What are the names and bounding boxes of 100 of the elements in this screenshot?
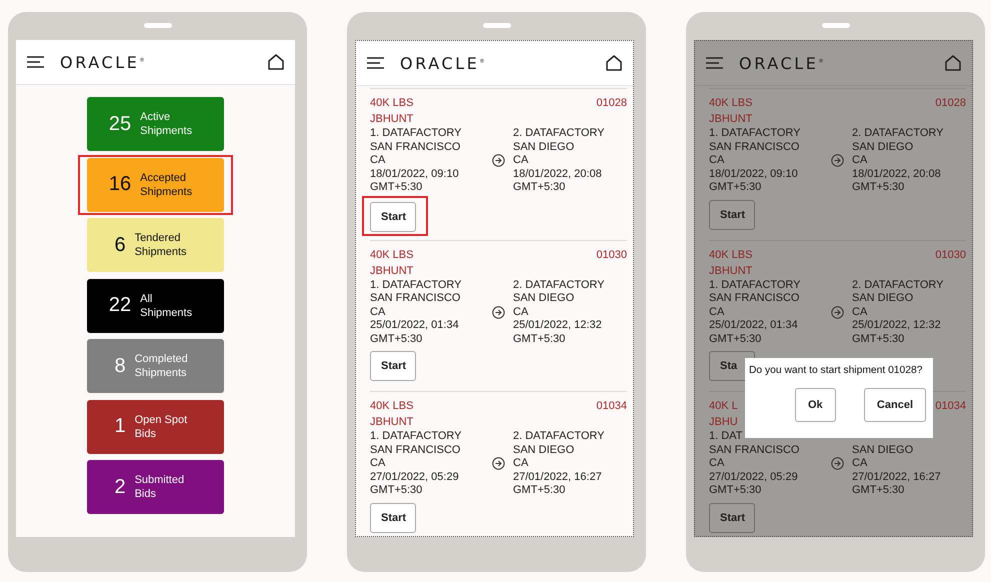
- shipment-id: 01034: [596, 399, 627, 414]
- origin-text: 27/01/2022, 05:29: [709, 470, 799, 484]
- destination-text: CA: [852, 457, 868, 470]
- origin-text: CA: [709, 306, 726, 319]
- origin-text: SAN FRANCISCO: [370, 444, 462, 457]
- home-icon[interactable]: [606, 55, 622, 71]
- origin-text: CA: [709, 457, 726, 470]
- start-button[interactable]: Start: [370, 351, 416, 381]
- shipment-id: 01030: [596, 248, 627, 262]
- origin-text: 25/01/2022, 01:34: [370, 319, 460, 332]
- speaker-slot: [822, 23, 850, 28]
- origin-text: CA: [709, 154, 726, 168]
- destination-text: GMT+5:30: [852, 181, 906, 194]
- start-button[interactable]: Start: [709, 502, 755, 532]
- arrow-circle-icon: [492, 457, 504, 470]
- destination-text: SAN DIEGO: [852, 140, 914, 154]
- origin-text: GMT+5:30: [709, 484, 762, 498]
- logo: ORACLE$^{®}$: [60, 52, 145, 72]
- origin-text: SAN FRANCISCO: [370, 292, 462, 306]
- destination-text: 18/01/2022, 20:08: [852, 168, 942, 181]
- weight-text: 40K LBS: [709, 96, 752, 111]
- destination-text: 25/01/2022, 12:32: [513, 319, 603, 332]
- weight-text: 40K LBS: [370, 96, 414, 111]
- origin-text: 25/01/2022, 01:34: [709, 319, 799, 332]
- home-icon[interactable]: [268, 54, 284, 70]
- logo: ORACLE$^{®}$: [400, 54, 485, 72]
- start-button[interactable]: Start: [370, 202, 416, 232]
- origin-text: SAN FRANCISCO: [370, 140, 462, 154]
- carrier-text: JBHUNT: [370, 264, 414, 276]
- destination-text: 27/01/2022, 16:27: [852, 470, 942, 484]
- destination-text: GMT+5:30: [513, 332, 566, 346]
- shipment-id: 01034: [935, 399, 966, 414]
- dialog-button[interactable]: Ok: [795, 388, 836, 422]
- destination-text: SAN DIEGO: [852, 444, 914, 457]
- home-icon[interactable]: [945, 55, 961, 71]
- origin-text: SAN FRANCISCO: [709, 140, 800, 154]
- origin-text: 1. DATAFACTORY: [370, 278, 462, 292]
- destination-text: SAN DIEGO: [852, 292, 914, 306]
- destination-text: CA: [852, 306, 868, 319]
- destination-text: 2. DATAFACTORY: [513, 127, 606, 140]
- shipment-id: 01028: [935, 96, 966, 111]
- destination-text: CA: [513, 154, 530, 168]
- origin-text: 18/01/2022, 09:10: [709, 168, 799, 181]
- destination-text: GMT+5:30: [513, 181, 566, 194]
- origin-text: GMT+5:30: [370, 484, 424, 498]
- menu-icon[interactable]: [27, 56, 44, 68]
- arrow-circle-icon: [830, 154, 844, 168]
- weight-text: 40K L: [709, 399, 738, 414]
- menu-icon[interactable]: [367, 57, 384, 69]
- logo: ORACLE$^{®}$: [739, 54, 824, 72]
- destination-text: CA: [852, 154, 868, 168]
- shipment-id: 01030: [935, 248, 966, 262]
- destination-text: GMT+5:30: [852, 484, 906, 498]
- origin-text: SAN FRANCISCO: [709, 292, 800, 306]
- weight-text: 40K LBS: [370, 399, 414, 414]
- speaker-slot: [483, 23, 511, 28]
- arrow-circle-icon: [492, 306, 504, 319]
- origin-text: CA: [370, 457, 386, 470]
- origin-text: 1. DAT: [709, 430, 744, 444]
- destination-text: GMT+5:30: [513, 484, 566, 498]
- origin-text: GMT+5:30: [370, 332, 424, 346]
- origin-text: 27/01/2022, 05:29: [370, 470, 460, 484]
- origin-text: GMT+5:30: [370, 181, 424, 194]
- origin-text: GMT+5:30: [709, 181, 762, 194]
- arrow-circle-icon: [830, 457, 844, 470]
- destination-text: 25/01/2022, 12:32: [852, 319, 942, 332]
- carrier-text: JBHU: [709, 416, 738, 428]
- origin-text: 1. DATAFACTORY: [370, 127, 462, 140]
- origin-text: 1. DATAFACTORY: [709, 278, 802, 292]
- menu-icon[interactable]: [706, 57, 723, 69]
- destination-text: GMT+5:30: [852, 332, 906, 346]
- destination-text: SAN DIEGO: [513, 292, 576, 306]
- speaker-slot: [144, 23, 172, 28]
- start-button[interactable]: Start: [370, 502, 416, 532]
- destination-text: SAN DIEGO: [513, 140, 576, 154]
- destination-text: CA: [513, 457, 530, 470]
- destination-text: CA: [513, 306, 530, 319]
- destination-text: 2. DATAFACTORY: [852, 278, 944, 292]
- shipment-id: 01028: [596, 96, 627, 111]
- origin-text: CA: [370, 306, 386, 319]
- origin-text: SAN FRANCISCO: [709, 444, 800, 457]
- origin-text: 1. DATAFACTORY: [709, 127, 802, 140]
- origin-text: GMT+5:30: [709, 332, 762, 346]
- weight-text: 40K LBS: [370, 248, 414, 262]
- dialog-button[interactable]: Cancel: [864, 388, 926, 422]
- weight-text: 40K LBS: [709, 248, 752, 262]
- arrow-circle-icon: [830, 306, 844, 319]
- carrier-text: JBHUNT: [709, 113, 752, 125]
- destination-text: 2. DATAFACTORY: [852, 127, 944, 140]
- destination-text: 2. DATAFACTORY: [513, 430, 606, 444]
- start-button[interactable]: Start: [709, 200, 755, 230]
- origin-text: CA: [370, 154, 386, 168]
- carrier-text: JBHUNT: [370, 113, 414, 125]
- origin-text: 18/01/2022, 09:10: [370, 168, 460, 181]
- destination-text: 27/01/2022, 16:27: [513, 470, 603, 484]
- destination-text: 2. DATAFACTORY: [513, 278, 606, 292]
- carrier-text: JBHUNT: [370, 416, 414, 428]
- carrier-text: JBHUNT: [709, 264, 752, 276]
- origin-text: 1. DATAFACTORY: [370, 430, 462, 444]
- destination-text: 18/01/2022, 20:08: [513, 168, 603, 181]
